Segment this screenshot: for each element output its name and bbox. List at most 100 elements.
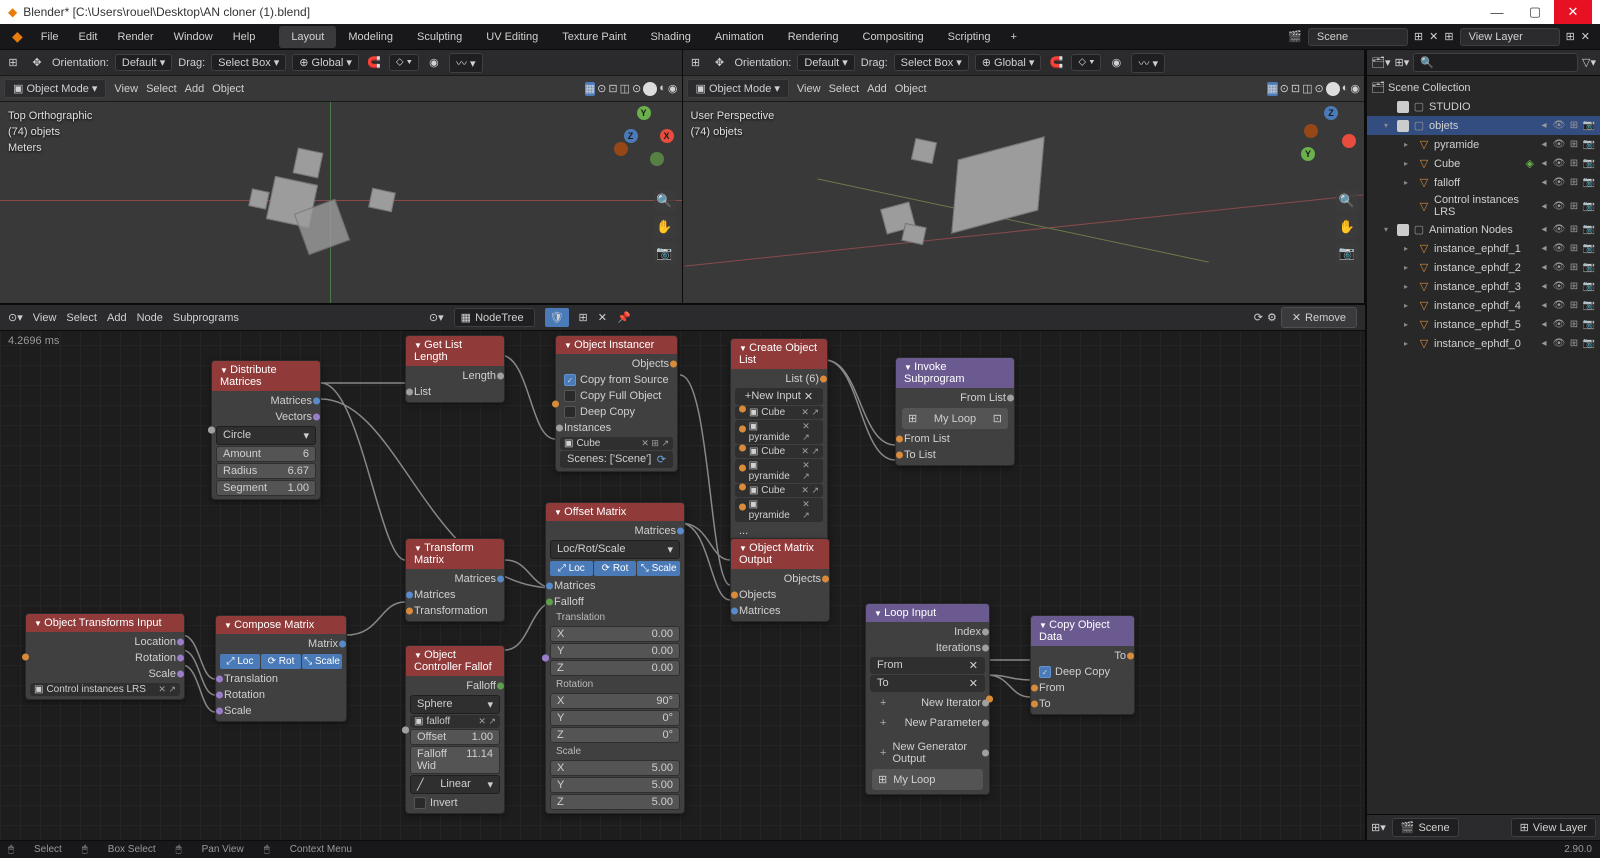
mode-dropdown[interactable]: ▣ Object Mode ▾ xyxy=(4,79,106,98)
editor-type-icon[interactable]: 🗂▾ xyxy=(1371,56,1391,69)
outliner-row[interactable]: ▢STUDIO xyxy=(1367,97,1600,116)
search-input[interactable]: 🔍 xyxy=(1413,53,1578,72)
zoom-icon[interactable]: 🔍 xyxy=(1336,190,1358,212)
tab-rendering[interactable]: Rendering xyxy=(776,26,851,48)
deep-copy-checkbox[interactable]: ✓ xyxy=(1039,666,1051,678)
shading-render-icon[interactable]: ◉ xyxy=(668,82,678,96)
minimize-button[interactable]: — xyxy=(1478,0,1516,24)
node-distribute-matrices[interactable]: Distribute Matrices Matrices Vectors Cir… xyxy=(211,360,321,500)
node-create-object-list[interactable]: Create Object List List (6) + New Input … xyxy=(730,338,828,542)
node-object-instancer[interactable]: Object Instancer Objects ✓Copy from Sour… xyxy=(555,335,678,472)
radius-field[interactable]: Radius6.67 xyxy=(216,463,316,479)
object-menu[interactable]: Object xyxy=(895,83,927,95)
node-invoke-subprogram[interactable]: Invoke Subprogram From List ⊞My Loop⊡ Fr… xyxy=(895,357,1015,466)
overlay-icon[interactable]: ⊡ xyxy=(608,82,617,96)
close-button[interactable]: ✕ xyxy=(1554,0,1592,24)
select-visible-icon[interactable]: ▦ xyxy=(1267,82,1277,96)
scale-y-field[interactable]: Y5.00 xyxy=(550,777,680,793)
select-menu[interactable]: Select xyxy=(829,83,860,95)
pan-icon[interactable]: ✋ xyxy=(654,216,676,238)
pan-icon[interactable]: ✋ xyxy=(1336,216,1358,238)
segment-field[interactable]: Segment1.00 xyxy=(216,480,316,496)
object-field[interactable]: ▣ falloff✕ ↗ xyxy=(410,715,500,728)
nav-gizmo[interactable]: Z Y xyxy=(1296,106,1356,166)
outliner-row[interactable]: ▸▽Cube◈◂👁⊞📷 xyxy=(1367,154,1600,173)
node-loop-input[interactable]: Loop Input Index Iterations From✕ To✕ +N… xyxy=(865,603,990,795)
mode-dropdown[interactable]: Loc/Rot/Scale▾ xyxy=(550,540,680,559)
nav-gizmo[interactable]: Y X Z xyxy=(614,106,674,166)
node-object-transforms-input[interactable]: Object Transforms Input Location Rotatio… xyxy=(25,613,185,700)
list-item[interactable]: ▣ Cube✕ ↗ xyxy=(735,484,823,497)
tab-animation[interactable]: Animation xyxy=(703,26,776,48)
cursor-icon[interactable]: ✥ xyxy=(28,54,46,72)
interp-dropdown[interactable]: ╱ Linear▾ xyxy=(410,775,500,794)
tab-texture-paint[interactable]: Texture Paint xyxy=(550,26,638,48)
gizmo-icon[interactable]: ⊙ xyxy=(1280,82,1289,96)
snap-icon[interactable]: 🧲 xyxy=(365,54,383,72)
node-object-controller-falloff[interactable]: Object Controller Fallof Falloff Sphere▾… xyxy=(405,645,505,814)
mode-dropdown[interactable]: ▣ Object Mode ▾ xyxy=(687,79,789,98)
tab-uv-editing[interactable]: UV Editing xyxy=(474,26,550,48)
overlay-icon[interactable]: ⊡ xyxy=(1291,82,1300,96)
proportional-icon[interactable]: ◉ xyxy=(1107,54,1125,72)
list-item[interactable]: ▣ Cube✕ ↗ xyxy=(735,445,823,458)
cursor-icon[interactable]: ✥ xyxy=(711,54,729,72)
unlink-icon[interactable]: ✕ xyxy=(598,311,607,324)
zoom-icon[interactable]: 🔍 xyxy=(654,190,676,212)
outliner-row[interactable]: ▸▽instance_ephdf_0◂👁⊞📷 xyxy=(1367,334,1600,353)
rot-toggle[interactable]: ⟳ Rot xyxy=(594,561,637,576)
editor-type-icon[interactable]: ⊙▾ xyxy=(8,311,23,324)
snap-icon[interactable]: 🧲 xyxy=(1047,54,1065,72)
rot-x-field[interactable]: X90° xyxy=(550,693,680,709)
loop-name-field[interactable]: ⊞My Loop xyxy=(872,769,983,790)
shading-matprev-icon[interactable]: ◐ xyxy=(659,82,666,96)
scale-z-field[interactable]: Z5.00 xyxy=(550,794,680,810)
outliner-row[interactable]: ▸▽instance_ephdf_5◂👁⊞📷 xyxy=(1367,315,1600,334)
scene-field[interactable]: 🎬 Scene xyxy=(1392,818,1459,837)
camera-icon[interactable]: 📷 xyxy=(654,242,676,264)
gizmo-icon[interactable]: ⊙ xyxy=(597,82,606,96)
scene-browse-icon[interactable]: ⊞ xyxy=(1414,30,1423,43)
shading-matprev-icon[interactable]: ◐ xyxy=(1342,82,1349,96)
prop-dropdown[interactable]: 〰 ▾ xyxy=(449,53,483,73)
node-transform-matrix[interactable]: Transform Matrix Matrices Matrices Trans… xyxy=(405,538,505,622)
to-field[interactable]: To✕ xyxy=(870,675,985,692)
rot-toggle[interactable]: ⟳ Rot xyxy=(261,654,301,669)
view-menu[interactable]: View xyxy=(33,312,57,324)
loc-toggle[interactable]: ⤢ Loc xyxy=(220,654,260,669)
outliner-row[interactable]: ▸▽falloff◂👁⊞📷 xyxy=(1367,173,1600,192)
outliner-row[interactable]: ▾▢Animation Nodes◂👁⊞📷 xyxy=(1367,220,1600,239)
prop-dropdown[interactable]: 〰 ▾ xyxy=(1131,53,1165,73)
object-menu[interactable]: Object xyxy=(212,83,244,95)
outliner-row[interactable]: ▸▽instance_ephdf_2◂👁⊞📷 xyxy=(1367,258,1600,277)
scale-x-field[interactable]: X5.00 xyxy=(550,760,680,776)
filter-icon[interactable]: ▽▾ xyxy=(1582,56,1596,69)
editor-type-icon[interactable]: ⊞ xyxy=(4,54,22,72)
select-menu[interactable]: Select xyxy=(66,312,97,324)
shape-dropdown[interactable]: Sphere▾ xyxy=(410,695,500,714)
subprograms-menu[interactable]: Subprograms xyxy=(173,312,239,324)
outliner-row[interactable]: ▸▽instance_ephdf_4◂👁⊞📷 xyxy=(1367,296,1600,315)
xray-icon[interactable]: ◫ xyxy=(1302,82,1312,96)
node-editor[interactable]: ⊙▾ View Select Add Node Subprograms ⊙▾ ▦… xyxy=(0,305,1365,840)
trans-z-field[interactable]: Z0.00 xyxy=(550,660,680,676)
viewlayer-field[interactable]: View Layer xyxy=(1460,28,1560,46)
node-object-matrix-output[interactable]: Object Matrix Output Objects Objects Mat… xyxy=(730,538,830,622)
object-field[interactable]: ▣ Control instances LRS✕ ↗ xyxy=(30,683,180,696)
transform-dropdown[interactable]: ⊕ Global ▾ xyxy=(975,54,1042,71)
menu-edit[interactable]: Edit xyxy=(69,27,108,47)
outliner-row[interactable]: ▽Control instances LRS◂👁⊞📷 xyxy=(1367,192,1600,220)
node-copy-object-data[interactable]: Copy Object Data To ✓Deep Copy From To xyxy=(1030,615,1135,715)
view-menu[interactable]: View xyxy=(114,83,138,95)
outliner-row[interactable]: ▸▽pyramide◂👁⊞📷 xyxy=(1367,135,1600,154)
node-compose-matrix[interactable]: Compose Matrix Matrix ⤢ Loc ⟳ Rot ⤡ Scal… xyxy=(215,615,347,722)
select-menu[interactable]: Select xyxy=(146,83,177,95)
select-visible-icon[interactable]: ▦ xyxy=(585,82,595,96)
shading-solid-icon[interactable] xyxy=(643,82,657,96)
nodetree-field[interactable]: ▦ NodeTree xyxy=(454,308,535,327)
tab-scripting[interactable]: Scripting xyxy=(936,26,1003,48)
remove-button[interactable]: ✕ Remove xyxy=(1281,307,1357,328)
tab-layout[interactable]: Layout xyxy=(279,26,336,48)
proportional-icon[interactable]: ◉ xyxy=(425,54,443,72)
deep-copy-checkbox[interactable] xyxy=(564,406,576,418)
